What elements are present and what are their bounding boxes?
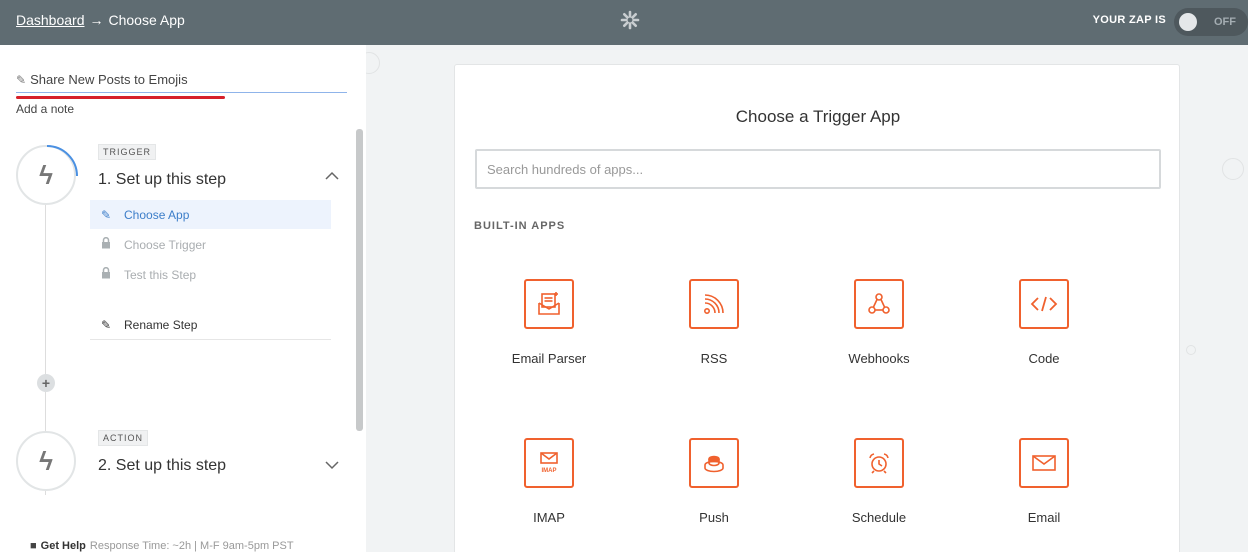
choose-app-card: Choose a Trigger App BUILT-IN APPS Email… (454, 64, 1180, 552)
help-response-time: Response Time: ~2h | M-F 9am-5pm PST (89, 540, 294, 552)
app-name: IMAP (533, 510, 565, 525)
substep-test-step: Test this Step (90, 260, 331, 289)
add-step-plus-icon[interactable]: + (37, 374, 55, 392)
pencil-icon: ✎ (100, 317, 112, 332)
lightning-bolt-icon: ϟ (39, 445, 53, 476)
webhooks-icon (854, 279, 904, 329)
app-name: RSS (700, 351, 728, 366)
step-progress-arc (46, 145, 78, 177)
chevron-down-icon[interactable] (325, 458, 339, 473)
annotation-underline (16, 96, 225, 99)
app-search-input[interactable] (475, 149, 1161, 189)
background-decoration (1186, 345, 1196, 355)
toggle-label: OFF (1214, 16, 1236, 28)
chevron-up-icon[interactable] (325, 169, 339, 184)
imap-icon: IMAP (524, 438, 574, 488)
toggle-knob (1179, 13, 1197, 31)
app-name: Schedule (851, 510, 907, 525)
zap-name-field[interactable]: ✎ Share New Posts to Emojis (16, 72, 347, 93)
breadcrumb-dashboard-link[interactable]: Dashboard (16, 12, 85, 28)
app-name: Push (699, 510, 729, 525)
get-help-title: Get Help (40, 540, 86, 552)
chat-bubble-icon: ■ (30, 540, 37, 552)
card-title: Choose a Trigger App (735, 107, 901, 126)
breadcrumb-arrow-icon: → (89, 12, 104, 28)
breadcrumb: Dashboard → Choose App (16, 12, 185, 28)
schedule-icon (854, 438, 904, 488)
substep-label: Test this Step (124, 267, 197, 282)
substep-label: Rename Step (124, 317, 198, 332)
app-name: Email Parser (511, 351, 587, 366)
add-note-link[interactable]: Add a note (16, 102, 74, 116)
app-tile-rss[interactable]: RSS (654, 279, 774, 366)
zap-name-text: Share New Posts to Emojis (30, 72, 188, 87)
step-1-title[interactable]: 1. Set up this step (98, 171, 226, 189)
get-help-bar[interactable]: ■ Get Help Response Time: ~2h | M-F 9am-5p… (30, 540, 294, 552)
top-bar: Dashboard → Choose App YOUR ZAP IS OFF (0, 0, 1248, 45)
action-step-icon: ϟ (16, 431, 76, 491)
pencil-icon: ✎ (100, 207, 112, 222)
push-icon (689, 438, 739, 488)
app-name: Webhooks (848, 351, 910, 366)
step-type-badge: ACTION (98, 430, 149, 446)
app-tile-push[interactable]: Push (654, 438, 774, 525)
breadcrumb-current: Choose App (108, 12, 185, 28)
app-tile-imap[interactable]: IMAP IMAP (489, 438, 609, 525)
app-tile-email-parser[interactable]: Email Parser (489, 279, 609, 366)
substep-rename-step[interactable]: ✎ Rename Step (90, 310, 331, 340)
substep-choose-trigger: Choose Trigger (90, 230, 331, 259)
section-label: BUILT-IN APPS (474, 220, 566, 232)
zap-on-off-toggle[interactable]: OFF (1174, 8, 1248, 36)
app-tile-webhooks[interactable]: Webhooks (819, 279, 939, 366)
app-tile-email[interactable]: Email (984, 438, 1104, 525)
substep-label: Choose App (124, 207, 190, 222)
app-name: Email (1027, 510, 1061, 525)
app-tile-code[interactable]: Code (984, 279, 1104, 366)
sidebar-scrollbar[interactable] (356, 129, 363, 431)
zap-editor-sidebar: ✎ Share New Posts to Emojis Add a note ϟ … (0, 45, 366, 552)
lock-icon (98, 266, 114, 282)
zapier-logo-icon[interactable] (620, 10, 640, 35)
svg-text:IMAP: IMAP (542, 468, 557, 474)
code-icon (1019, 279, 1069, 329)
app-name: Code (1028, 351, 1060, 366)
step-2-title[interactable]: 2. Set up this step (98, 457, 226, 475)
substep-choose-app[interactable]: ✎ Choose App (90, 200, 331, 229)
substep-label: Choose Trigger (124, 237, 207, 252)
background-decoration (1222, 158, 1244, 180)
email-parser-icon (524, 279, 574, 329)
email-icon (1019, 438, 1069, 488)
step-type-badge: TRIGGER (98, 144, 157, 160)
app-tile-schedule[interactable]: Schedule (819, 438, 939, 525)
lock-icon (98, 236, 114, 252)
pencil-icon: ✎ (16, 73, 27, 87)
zap-status-label: YOUR ZAP IS (1092, 14, 1166, 26)
rss-icon (689, 279, 739, 329)
